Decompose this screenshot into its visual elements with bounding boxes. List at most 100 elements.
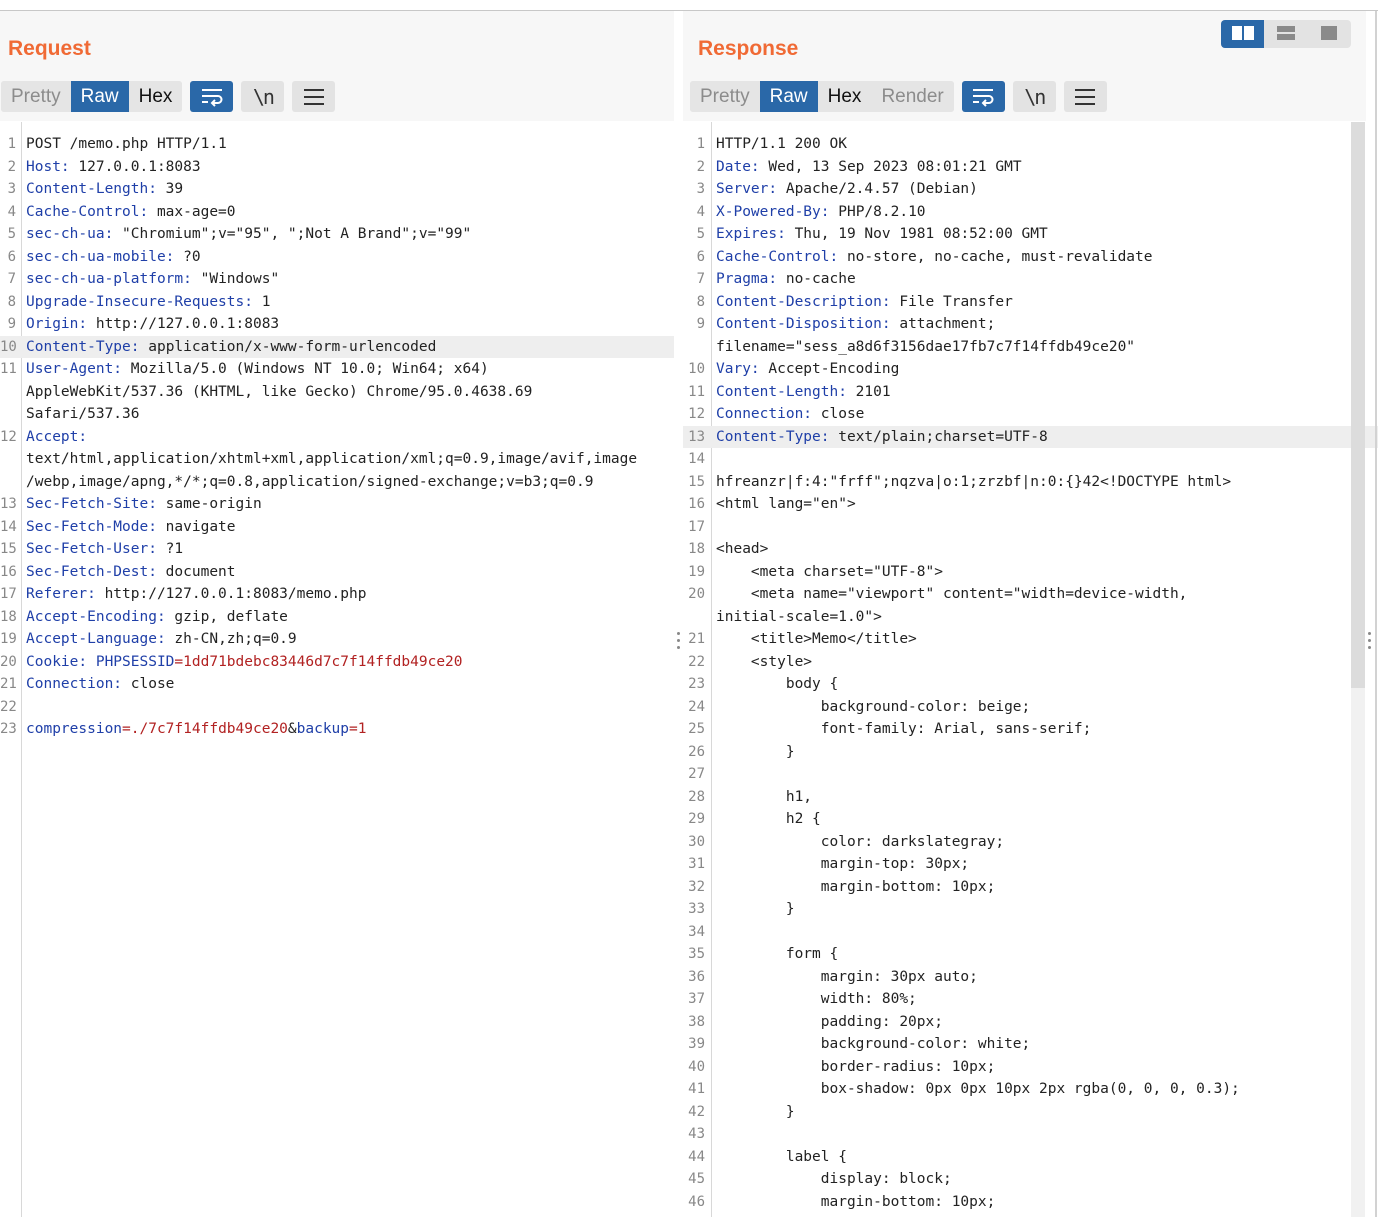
code-line: 18 Accept-Encoding: gzip, deflate xyxy=(0,606,674,629)
token-text: margin-bottom: 10px; xyxy=(716,1193,996,1210)
token-key: Content-Length: xyxy=(26,181,157,197)
line-number: 14 xyxy=(688,451,705,467)
code-line: 22 <style> xyxy=(683,651,1378,674)
token-text: color: darkslategray; xyxy=(716,833,1005,850)
code-text: Date: Wed, 13 Sep 2023 08:01:21 GMT xyxy=(716,156,1022,179)
line-number: 16 xyxy=(688,496,705,512)
token-text: attachment; xyxy=(890,316,996,332)
code-line: 21 <title>Memo</title> xyxy=(683,628,1378,651)
code-text: margin-bottom: 10px; xyxy=(716,876,996,899)
token-key: Upgrade-Insecure-Requests: xyxy=(26,293,253,310)
code-line: 3 Server: Apache/2.4.57 (Debian) xyxy=(683,178,1378,201)
tab-pretty[interactable]: Pretty xyxy=(690,81,760,112)
code-line: 7 sec-ch-ua-platform: "Windows" xyxy=(0,268,674,291)
layout-stacked-button[interactable] xyxy=(1264,20,1307,48)
code-text: h1, xyxy=(716,786,812,809)
token-text: gzip, deflate xyxy=(165,608,288,625)
line-number: 3 xyxy=(7,181,16,197)
code-line: 26 } xyxy=(683,741,1378,764)
code-text: sec-ch-ua: "Chromium";v="95", ";Not A Br… xyxy=(26,223,471,246)
line-number: 38 xyxy=(688,1013,705,1030)
token-text: h2 { xyxy=(716,811,821,827)
response-title: Response xyxy=(698,37,799,60)
request-editor[interactable]: 1 POST /memo.php HTTP/1.1 2 Host: 127.0.0.1… xyxy=(0,122,674,1217)
menu-button[interactable] xyxy=(292,81,336,112)
code-line: 37 width: 80%; xyxy=(683,988,1378,1011)
code-text: margin-top: 30px; xyxy=(716,853,969,876)
line-number: 12 xyxy=(688,406,705,422)
token-text: } xyxy=(716,1103,795,1120)
line-number: 41 xyxy=(688,1081,705,1097)
token-key: Pragma: xyxy=(716,271,778,287)
wrap-lines-button[interactable] xyxy=(190,81,234,112)
layout-side-by-side-button[interactable] xyxy=(1221,20,1265,48)
code-text: background-color: beige; xyxy=(716,696,1031,719)
newline-button[interactable]: \n xyxy=(1012,81,1056,112)
token-operator: = xyxy=(349,721,358,737)
tab-pretty[interactable]: Pretty xyxy=(1,81,71,112)
code-line: 25 font-family: Arial, sans-serif; xyxy=(683,718,1378,741)
code-text: <meta charset="UTF-8"> xyxy=(716,561,943,584)
line-number: 11 xyxy=(688,383,705,400)
wrap-lines-icon xyxy=(971,86,995,108)
code-line: 22 xyxy=(0,696,674,719)
pane-splitter-handle[interactable] xyxy=(677,630,681,654)
token-text: h1, xyxy=(716,788,813,805)
code-text: POST /memo.php HTTP/1.1 xyxy=(26,133,227,156)
side-by-side-icon xyxy=(1231,25,1254,44)
code-line: 45 display: block; xyxy=(683,1168,1378,1191)
line-number: 1 xyxy=(696,136,705,152)
tab-render[interactable]: Render xyxy=(871,81,954,112)
right-panel-handle[interactable] xyxy=(1368,630,1372,654)
token-text: 2101 xyxy=(846,383,891,400)
code-line: 1 HTTP/1.1 200 OK xyxy=(683,133,1378,156)
code-line: 27 xyxy=(683,763,1378,786)
line-number: 15 xyxy=(688,473,705,490)
code-line: 43 xyxy=(683,1123,1378,1146)
tab-hex[interactable]: Hex xyxy=(128,81,183,112)
token-text: width: 80%; xyxy=(716,991,917,1007)
code-line: 42 } xyxy=(683,1101,1378,1124)
tab-raw[interactable]: Raw xyxy=(70,81,129,112)
token-key: Cache-Control: xyxy=(716,248,839,265)
code-text: width: 80%; xyxy=(716,988,917,1011)
token-key: Content-Disposition: xyxy=(716,316,891,332)
code-text: color: darkslategray; xyxy=(716,831,1004,854)
code-line: 16 <html lang="en"> xyxy=(683,493,1378,516)
token-text: Accept-Encoding xyxy=(759,361,900,377)
layout-single-pane-button[interactable] xyxy=(1308,20,1351,48)
token-key: Server: xyxy=(716,181,778,197)
newline-button[interactable]: \n xyxy=(241,81,285,112)
token-key: Expires: xyxy=(716,226,786,242)
code-text: } xyxy=(716,898,795,921)
token-text: } xyxy=(716,743,795,760)
menu-button[interactable] xyxy=(1063,81,1107,112)
response-editor[interactable]: 1 HTTP/1.1 200 OK 2 Date: Wed, 13 Sep 2023 … xyxy=(683,122,1378,1217)
token-text: form { xyxy=(716,946,839,962)
line-number: 12 xyxy=(0,428,17,445)
line-number: 45 xyxy=(688,1171,705,1187)
code-text: Server: Apache/2.4.57 (Debian) xyxy=(716,178,978,201)
line-number: 24 xyxy=(688,698,705,715)
code-line: initial-scale=1.0"> xyxy=(683,606,1378,629)
tab-raw[interactable]: Raw xyxy=(759,81,818,112)
tab-hex[interactable]: Hex xyxy=(817,81,872,112)
code-line: 9 Content-Disposition: attachment; xyxy=(683,313,1378,336)
token-text: <head> xyxy=(716,541,769,557)
token-text: zh-CN,zh;q=0.9 xyxy=(165,631,297,647)
code-text: } xyxy=(716,1101,795,1124)
code-line: 19 Accept-Language: zh-CN,zh;q=0.9 xyxy=(0,628,674,651)
token-text: ?1 xyxy=(156,541,184,557)
token-key: Connection: xyxy=(716,406,813,422)
code-line: 5 sec-ch-ua: "Chromium";v="95", ";Not A B… xyxy=(0,223,674,246)
code-text: padding: 20px; xyxy=(716,1011,943,1034)
code-line: 23 compression=./7c7f14ffdb49ce20&backup=… xyxy=(0,718,674,741)
response-scrollbar-thumb[interactable] xyxy=(1351,122,1365,688)
token-key: User-Agent: xyxy=(26,361,123,377)
code-text: sec-ch-ua-mobile: ?0 xyxy=(26,246,201,269)
code-line: 13 Sec-Fetch-Site: same-origin xyxy=(0,493,674,516)
line-number: 46 xyxy=(688,1193,705,1210)
code-line: 40 border-radius: 10px; xyxy=(683,1056,1378,1079)
wrap-lines-button[interactable] xyxy=(961,81,1005,112)
